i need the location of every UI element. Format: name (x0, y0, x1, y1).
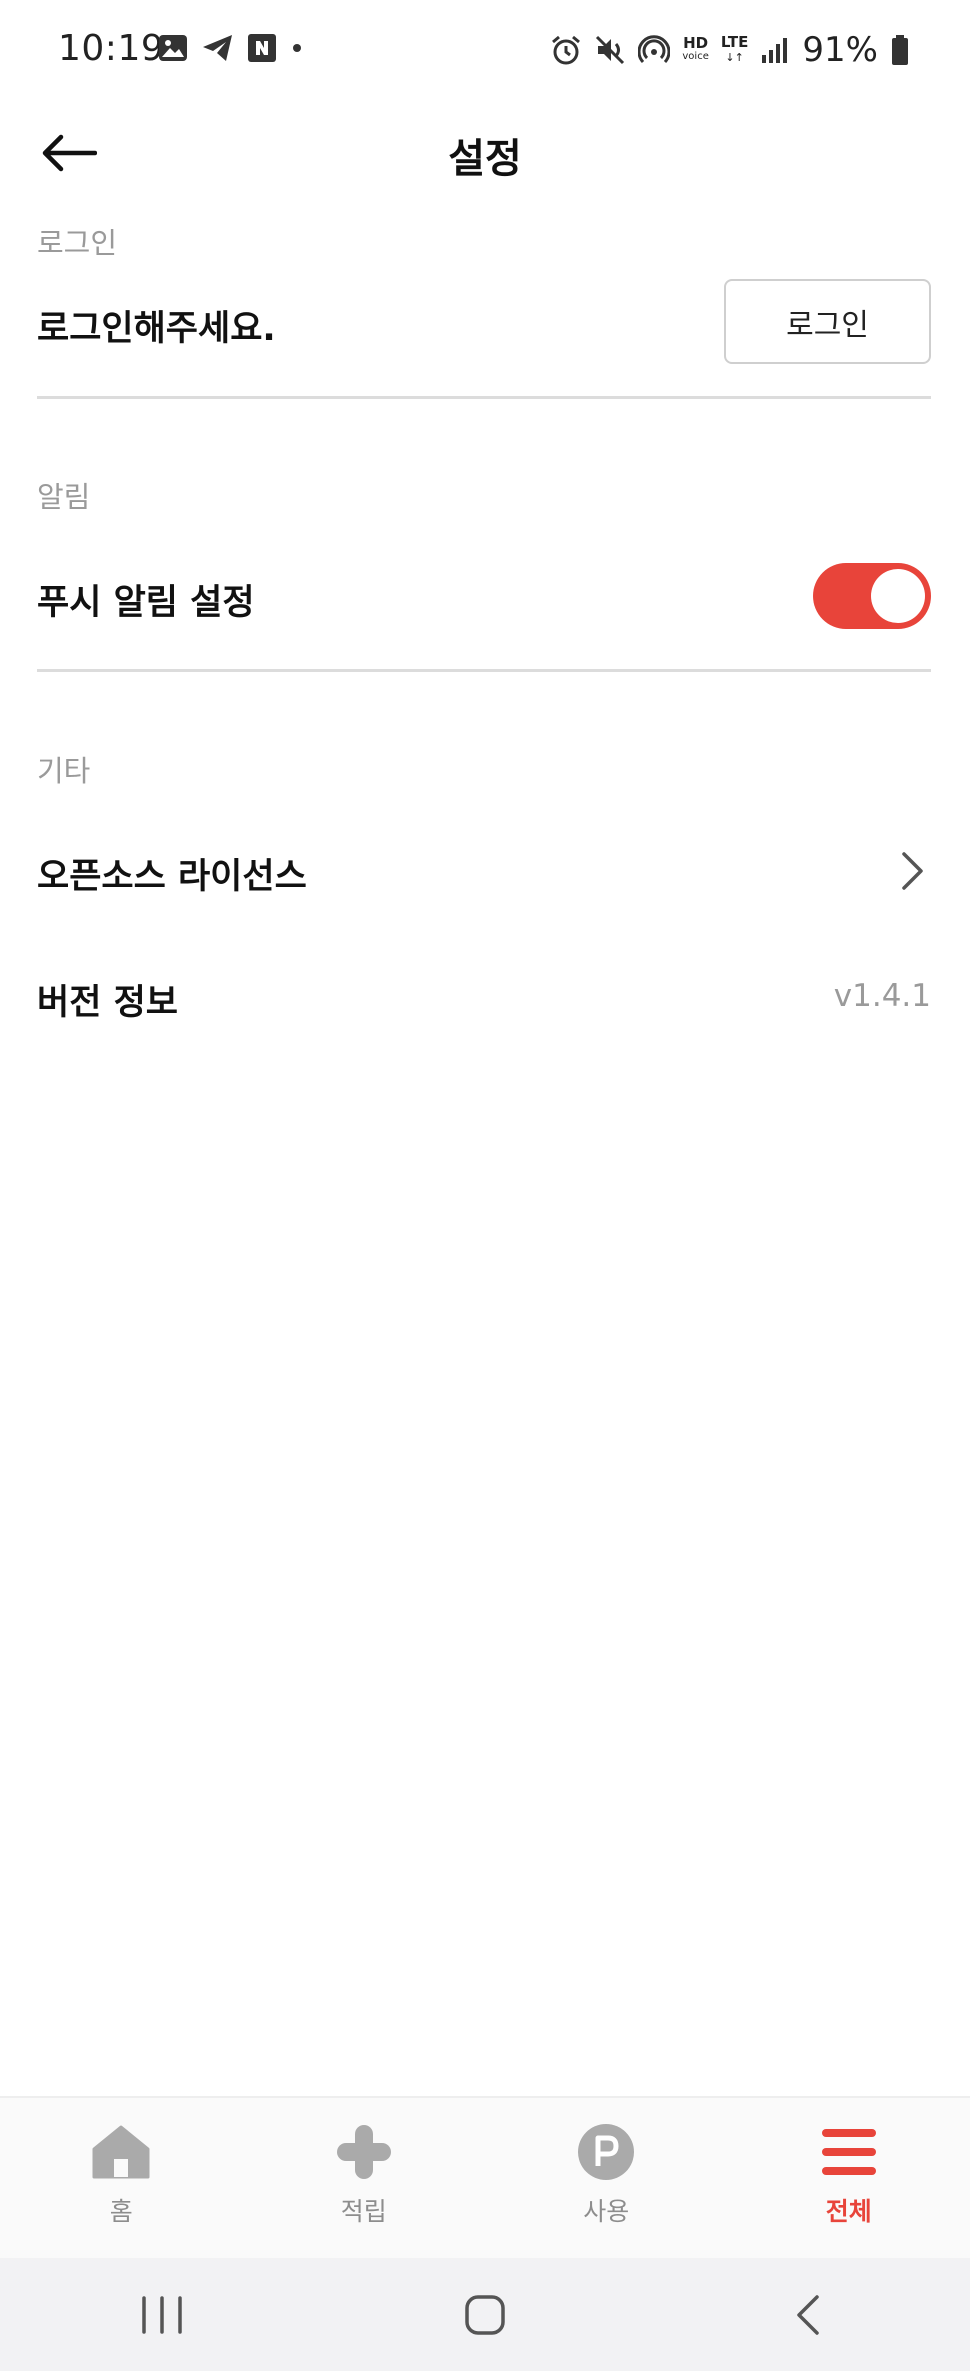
alarm-icon (552, 35, 581, 65)
nav-label-all: 전체 (825, 2197, 872, 2226)
nav-item-home[interactable]: 홈 (0, 2098, 243, 2258)
open-source-license-label: 오픈소스 라이선스 (37, 857, 307, 897)
home-icon (91, 2122, 151, 2182)
page-title: 설정 (448, 136, 522, 182)
lte-badge: LTE ↓↑ (720, 33, 749, 65)
status-time: 10:19 (58, 28, 165, 69)
mute-icon (596, 35, 625, 65)
version-value: v1.4.1 (833, 978, 931, 1014)
app-header: 설정 (0, 100, 970, 205)
menu-icon (819, 2122, 879, 2182)
section-label-etc: 기타 (37, 754, 91, 788)
battery-icon (892, 35, 908, 65)
login-prompt: 로그인해주세요. (37, 309, 276, 349)
naver-icon (248, 34, 276, 62)
home-circle-icon (465, 2294, 505, 2335)
nav-label-earn: 적립 (340, 2197, 387, 2226)
signal-icon (762, 38, 788, 63)
bottom-navigation: 홈 적립 사용 전체 (0, 2096, 970, 2258)
nav-item-use[interactable]: 사용 (485, 2098, 728, 2258)
nav-item-earn[interactable]: 적립 (243, 2098, 486, 2258)
status-bar: 10:19 HD voice LTE ↓↑ 91% (0, 0, 970, 100)
chevron-left-icon (797, 2294, 820, 2335)
section-label-notification: 알림 (37, 480, 91, 514)
version-info-label: 버전 정보 (37, 983, 178, 1023)
push-notification-label: 푸시 알림 설정 (37, 583, 255, 623)
nav-label-use: 사용 (583, 2197, 630, 2226)
nav-label-home: 홈 (109, 2197, 133, 2226)
dot-icon (293, 44, 301, 52)
hotspot-icon (638, 35, 671, 64)
point-icon (576, 2122, 636, 2182)
divider (37, 669, 931, 672)
hd-voice-badge: HD voice (682, 34, 709, 63)
status-right: HD voice LTE ↓↑ 91% (550, 30, 910, 70)
toggle-knob (871, 569, 925, 623)
recent-apps-button[interactable] (102, 2275, 222, 2355)
back-system-button[interactable] (748, 2275, 868, 2355)
nav-item-all[interactable]: 전체 (728, 2098, 970, 2258)
gallery-icon (159, 35, 187, 61)
telegram-icon (203, 35, 232, 61)
home-system-button[interactable] (425, 2275, 545, 2355)
battery-percent: 91% (802, 30, 878, 70)
push-notification-toggle[interactable] (813, 563, 931, 629)
login-button[interactable]: 로그인 (724, 279, 931, 364)
notification-icons (158, 34, 304, 62)
system-navigation-bar (0, 2258, 970, 2371)
recent-apps-icon (141, 2295, 182, 2334)
chevron-right-icon (902, 852, 923, 890)
section-label-login: 로그인 (37, 226, 118, 260)
divider (37, 396, 931, 399)
plus-icon (334, 2122, 394, 2182)
